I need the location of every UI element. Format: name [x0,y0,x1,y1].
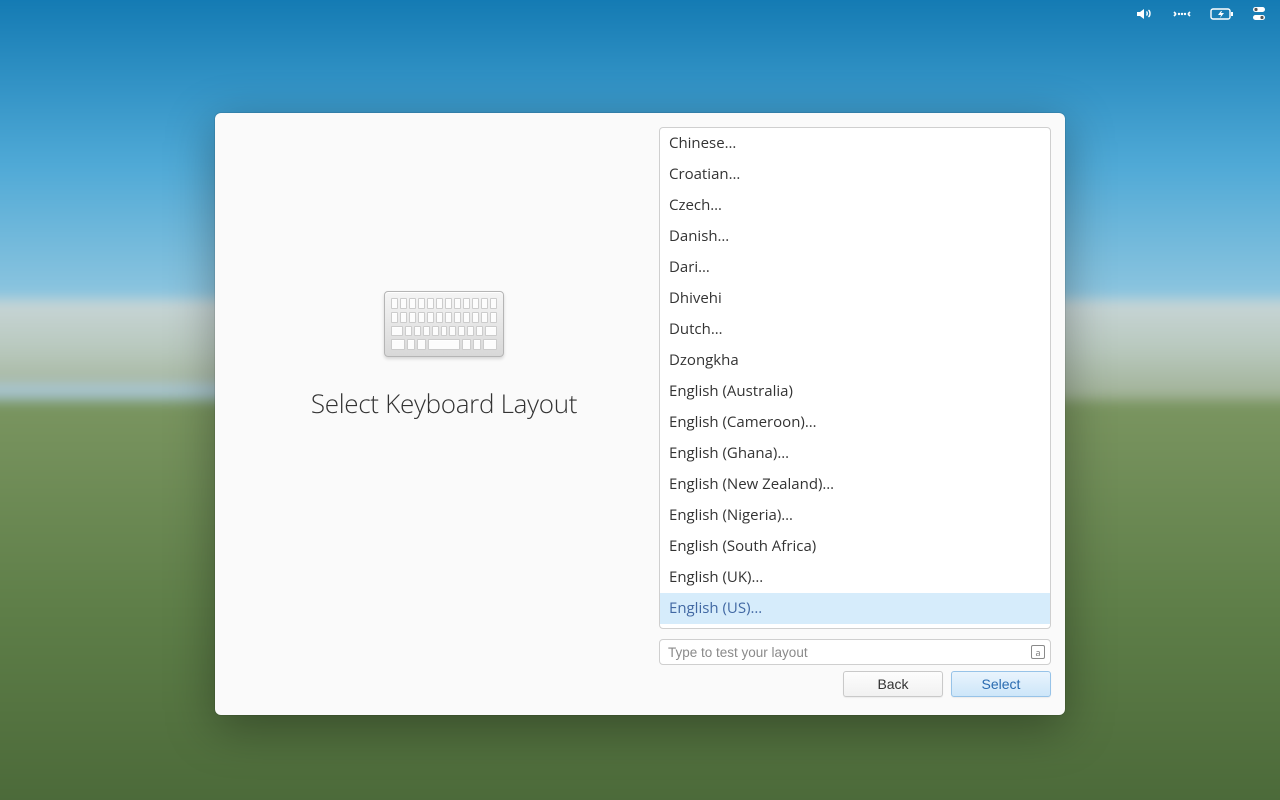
layout-item[interactable]: English (Cameroon)… [660,407,1050,438]
keyboard-icon [384,291,504,357]
layout-item[interactable]: Czech… [660,190,1050,221]
layout-item[interactable]: Danish… [660,221,1050,252]
right-pane: Chinese…Croatian…Czech…Danish…Dari…Dhive… [659,127,1051,665]
button-bar: Back Select [215,665,1065,715]
layout-item[interactable]: English (UK)… [660,562,1050,593]
layout-item[interactable]: Dari… [660,252,1050,283]
select-button[interactable]: Select [951,671,1051,697]
layout-item[interactable]: English (Ghana)… [660,438,1050,469]
desktop: Select Keyboard Layout Chinese…Croatian…… [0,0,1280,800]
layout-item[interactable]: Chinese… [660,128,1050,159]
dialog-title: Select Keyboard Layout [311,385,577,421]
accessibility-icon[interactable] [1252,6,1266,22]
layout-item[interactable]: English (Australia) [660,376,1050,407]
left-pane: Select Keyboard Layout [229,127,659,665]
layout-item[interactable]: English (New Zealand)… [660,469,1050,500]
layout-item[interactable]: Dutch… [660,314,1050,345]
layout-item[interactable]: English (South Africa) [660,531,1050,562]
input-method-icon: a [1031,645,1045,659]
layout-item[interactable]: Dzongkha [660,345,1050,376]
keyboard-layout-list[interactable]: Chinese…Croatian…Czech…Danish…Dari…Dhive… [659,127,1051,629]
layout-item[interactable]: English (Nigeria)… [660,500,1050,531]
back-button[interactable]: Back [843,671,943,697]
layout-item[interactable]: English (US)… [660,593,1050,624]
top-panel [1122,0,1280,28]
layout-item[interactable]: Croatian… [660,159,1050,190]
keyboard-layout-dialog: Select Keyboard Layout Chinese…Croatian…… [215,113,1065,715]
network-icon[interactable] [1172,7,1192,21]
test-input-row: a [659,639,1051,665]
test-layout-input[interactable] [659,639,1051,665]
battery-charging-icon[interactable] [1210,7,1234,21]
volume-icon[interactable] [1136,7,1154,21]
layout-item[interactable]: Dhivehi [660,283,1050,314]
